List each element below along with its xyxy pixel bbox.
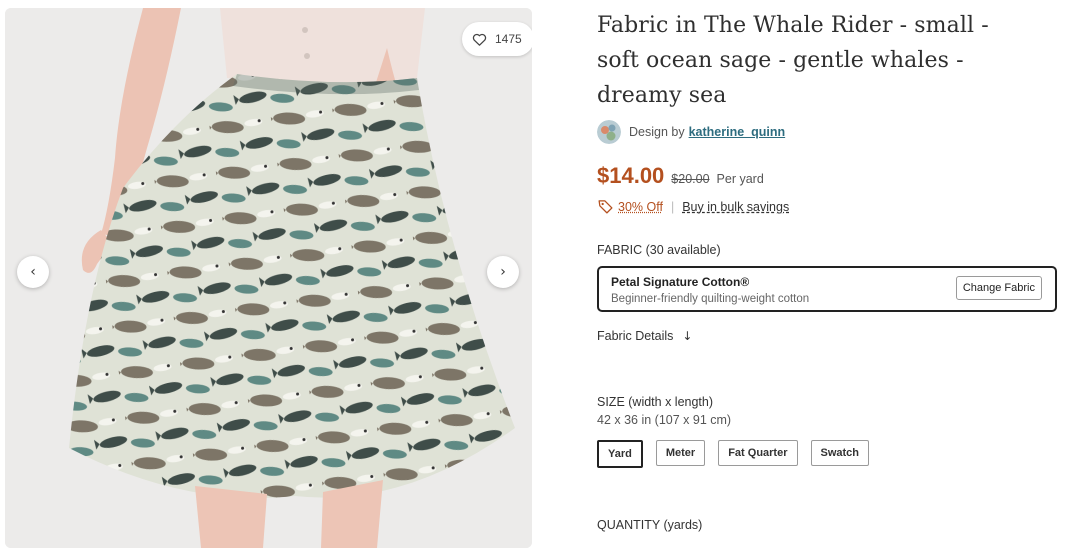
designer-avatar[interactable] bbox=[597, 120, 621, 144]
fabric-name: Petal Signature Cotton® bbox=[611, 275, 750, 289]
chevron-right-icon: › bbox=[500, 264, 506, 280]
product-title: Fabric in The Whale Rider - small - soft… bbox=[597, 13, 989, 108]
product-photo bbox=[5, 8, 532, 548]
previous-image-button[interactable]: ‹ bbox=[17, 256, 49, 288]
change-fabric-button[interactable]: Change Fabric bbox=[955, 276, 1042, 300]
size-option-fat-quarter[interactable]: Fat Quarter bbox=[718, 440, 798, 466]
size-section-label: SIZE (width x length) bbox=[597, 395, 714, 409]
price-unit: Per yard bbox=[716, 172, 764, 186]
heart-icon bbox=[472, 33, 487, 46]
discount-label[interactable]: 30% Off bbox=[618, 200, 663, 214]
size-option-yard[interactable]: Yard bbox=[597, 440, 643, 468]
designer-credit: Design by katherine_quinn bbox=[597, 120, 785, 144]
original-price: $20.00 bbox=[671, 172, 710, 186]
fabric-details-label: Fabric Details bbox=[597, 329, 674, 343]
size-dimensions: 42 x 36 in (107 x 91 cm) bbox=[597, 413, 732, 427]
promo-separator: | bbox=[670, 199, 675, 214]
designer-prefix: Design by bbox=[629, 125, 685, 139]
fabric-section-label: FABRIC (30 available) bbox=[597, 243, 721, 257]
favorite-button[interactable]: 1475 bbox=[462, 22, 532, 56]
chevron-left-icon: ‹ bbox=[30, 264, 36, 280]
product-image-gallery: 1475 ‹ › bbox=[5, 8, 532, 548]
promo-row: 30% Off | Buy in bulk savings bbox=[597, 198, 789, 215]
fabric-details-toggle[interactable]: Fabric Details ↓ bbox=[597, 329, 692, 343]
tag-icon bbox=[598, 200, 613, 214]
fabric-selector[interactable]: Petal Signature Cotton® Beginner-friendl… bbox=[597, 266, 1057, 312]
arrow-down-icon: ↓ bbox=[682, 329, 693, 343]
price-row: $14.00 $20.00 Per yard bbox=[597, 163, 764, 189]
size-option-swatch[interactable]: Swatch bbox=[810, 440, 870, 466]
favorite-count: 1475 bbox=[495, 32, 522, 46]
bulk-savings-link[interactable]: Buy in bulk savings bbox=[682, 200, 789, 214]
sale-price: $14.00 bbox=[597, 163, 665, 188]
designer-link[interactable]: katherine_quinn bbox=[689, 125, 786, 139]
next-image-button[interactable]: › bbox=[487, 256, 519, 288]
size-option-meter[interactable]: Meter bbox=[655, 440, 706, 466]
quantity-label: QUANTITY (yards) bbox=[597, 518, 703, 532]
fabric-description: Beginner-friendly quilting-weight cotton bbox=[611, 293, 810, 305]
size-options: Yard Meter Fat Quarter Swatch bbox=[597, 440, 882, 468]
